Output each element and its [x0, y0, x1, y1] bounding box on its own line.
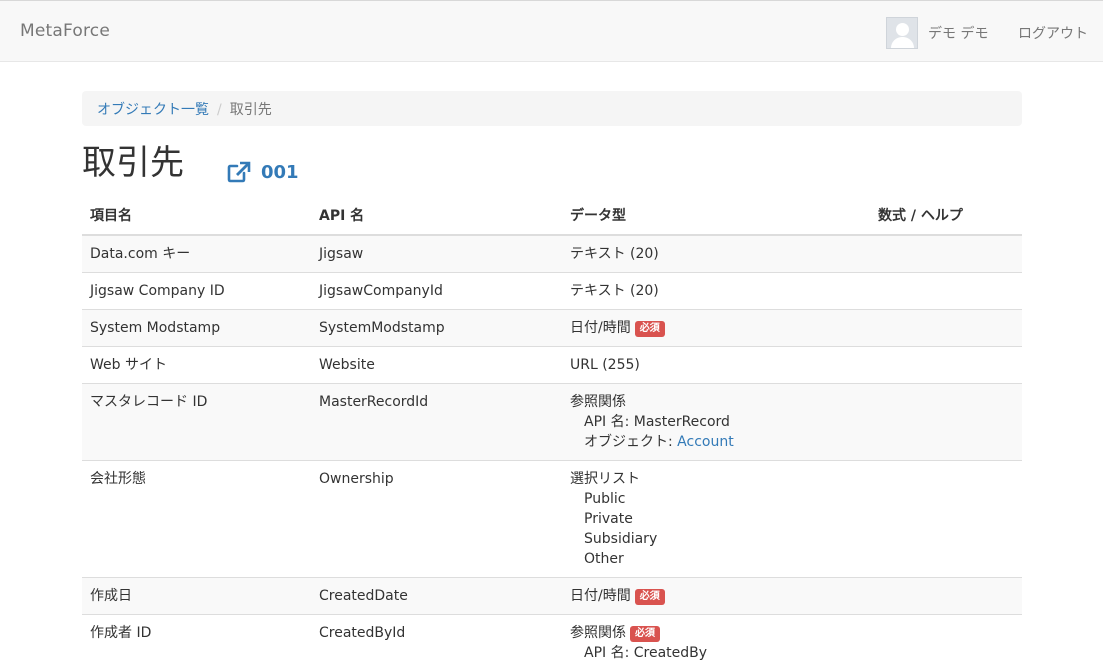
picklist-option: Public — [584, 491, 626, 507]
data-type-text: 参照関係 — [570, 394, 626, 410]
field-api-name: Ownership — [311, 460, 562, 578]
breadcrumb-object-list-link[interactable]: オブジェクト一覧 — [97, 102, 209, 118]
data-type-text: 参照関係 — [570, 625, 626, 641]
table-row: マスタレコード ID MasterRecordId 参照関係 API 名: Ma… — [82, 383, 1022, 461]
table-row: Jigsaw Company ID JigsawCompanyId テキスト (… — [82, 272, 1022, 310]
breadcrumb-separator: / — [217, 102, 222, 118]
reference-object-link[interactable]: Account — [677, 434, 734, 450]
field-api-name: CreatedDate — [311, 577, 562, 615]
field-label: Web サイト — [82, 346, 311, 384]
table-row: 作成日 CreatedDate 日付/時間 必須 — [82, 577, 1022, 615]
salesforce-object-link[interactable]: 001 — [227, 161, 299, 183]
header-api-name: API 名 — [311, 196, 562, 236]
field-formula — [870, 577, 1022, 615]
field-api-name: Website — [311, 346, 562, 384]
user-avatar-icon — [886, 17, 918, 49]
field-label: System Modstamp — [82, 309, 311, 347]
table-row: Web サイト Website URL (255) — [82, 346, 1022, 384]
table-row: System Modstamp SystemModstamp 日付/時間 必須 — [82, 309, 1022, 347]
field-api-name: SystemModstamp — [311, 309, 562, 347]
data-type-text: 日付/時間 — [570, 320, 631, 336]
table-row: 作成者 ID CreatedById 参照関係 必須 API 名: Created… — [82, 614, 1022, 671]
field-data-type: URL (255) — [562, 346, 870, 384]
brand-link[interactable]: MetaForce — [20, 21, 110, 41]
field-data-type: 日付/時間 必須 — [562, 577, 870, 615]
external-link-icon — [227, 161, 251, 183]
field-formula — [870, 614, 1022, 671]
reference-api-name: API 名: CreatedBy — [584, 645, 708, 661]
required-badge: 必須 — [634, 321, 665, 337]
table-row: 会社形態 Ownership 選択リスト Public Private Subs… — [82, 460, 1022, 578]
field-formula — [870, 346, 1022, 384]
field-formula — [870, 309, 1022, 347]
reference-api-name: API 名: MasterRecord — [584, 414, 730, 430]
field-label: 作成日 — [82, 577, 311, 615]
field-data-type: 参照関係 必須 API 名: CreatedBy — [562, 614, 870, 671]
field-api-name: CreatedById — [311, 614, 562, 671]
field-label: 会社形態 — [82, 460, 311, 578]
field-label: 作成者 ID — [82, 614, 311, 671]
data-type-text: テキスト (20) — [570, 246, 659, 262]
header-formula-help: 数式 / ヘルプ — [870, 196, 1022, 236]
table-row: Data.com キー Jigsaw テキスト (20) — [82, 234, 1022, 273]
field-formula — [870, 383, 1022, 461]
field-formula — [870, 272, 1022, 310]
picklist-option: Other — [584, 551, 624, 567]
field-data-type: 選択リスト Public Private Subsidiary Other — [562, 460, 870, 578]
page-title: 取引先 — [82, 143, 184, 183]
picklist-option: Private — [584, 511, 633, 527]
data-type-text: 日付/時間 — [570, 588, 631, 604]
field-api-name: JigsawCompanyId — [311, 272, 562, 310]
field-label: Data.com キー — [82, 234, 311, 273]
picklist-option: Subsidiary — [584, 531, 658, 547]
header-field-label: 項目名 — [82, 196, 311, 236]
required-badge: 必須 — [634, 589, 665, 605]
field-data-type: 参照関係 API 名: MasterRecord オブジェクト: Account — [562, 383, 870, 461]
field-formula — [870, 460, 1022, 578]
field-data-type: 日付/時間 必須 — [562, 309, 870, 347]
field-api-name: Jigsaw — [311, 234, 562, 273]
key-prefix: 001 — [261, 161, 299, 183]
table-header-row: 項目名 API 名 データ型 数式 / ヘルプ — [82, 196, 1022, 236]
fields-table: 項目名 API 名 データ型 数式 / ヘルプ Data.com キー Jigs… — [82, 196, 1022, 671]
top-navbar: MetaForce デモ デモ ログアウト — [0, 0, 1103, 62]
field-data-type: テキスト (20) — [562, 272, 870, 310]
header-data-type: データ型 — [562, 196, 870, 236]
field-label: Jigsaw Company ID — [82, 272, 311, 310]
logout-link[interactable]: ログアウト — [1018, 23, 1088, 43]
reference-object-line: オブジェクト: Account — [570, 432, 862, 452]
field-label: マスタレコード ID — [82, 383, 311, 461]
field-data-type: テキスト (20) — [562, 234, 870, 273]
reference-object-prefix: オブジェクト: — [584, 434, 678, 450]
data-type-text: テキスト (20) — [570, 283, 659, 299]
data-type-text: 選択リスト — [570, 471, 640, 487]
field-api-name: MasterRecordId — [311, 383, 562, 461]
data-type-text: URL (255) — [570, 357, 640, 373]
required-badge: 必須 — [630, 626, 660, 642]
breadcrumb-current: 取引先 — [229, 102, 272, 118]
breadcrumb: オブジェクト一覧 / 取引先 — [82, 91, 1022, 126]
user-name-link[interactable]: デモ デモ — [928, 23, 988, 43]
field-formula — [870, 234, 1022, 273]
